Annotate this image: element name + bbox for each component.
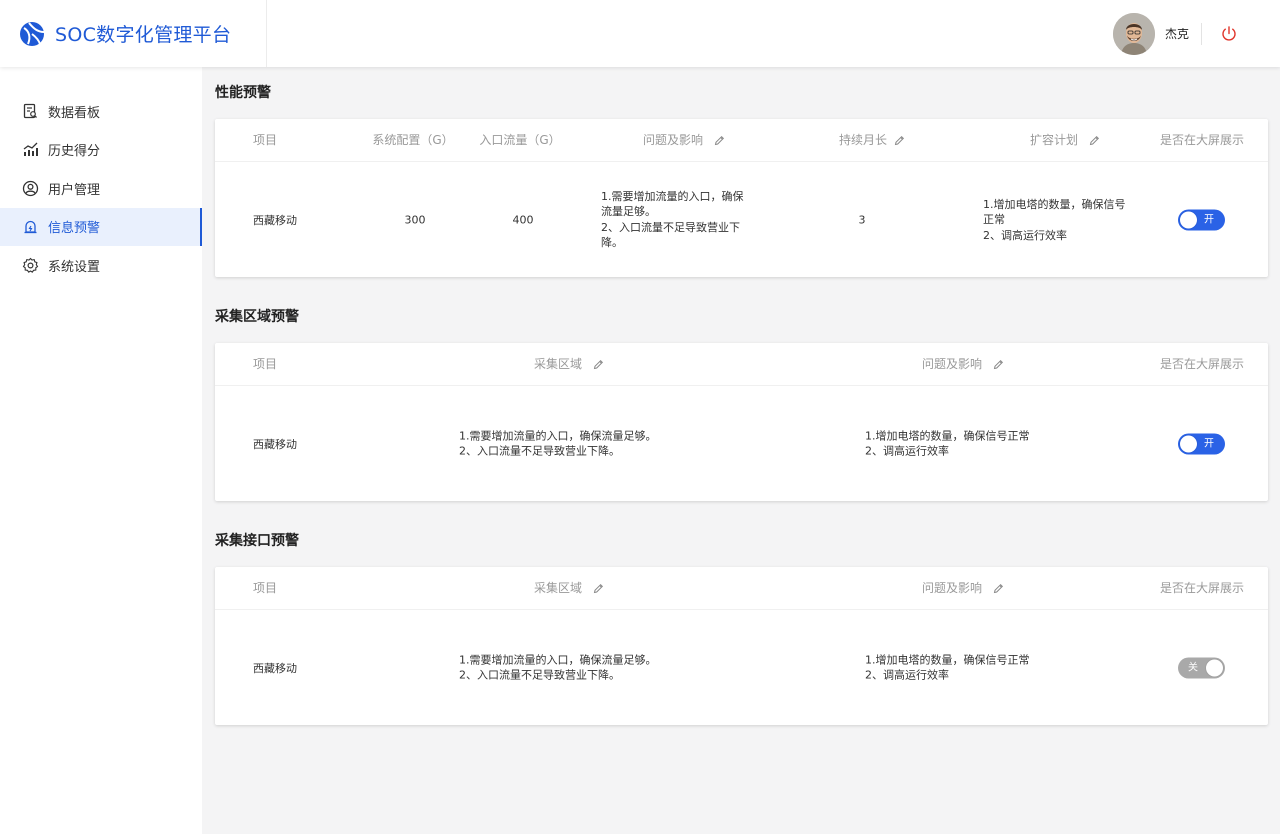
sidebar-item-label: 系统设置 [48, 259, 101, 275]
display-toggle[interactable]: 开 [1178, 433, 1225, 454]
display-toggle[interactable]: 开 [1178, 209, 1225, 230]
dashboard-icon [23, 103, 37, 118]
cell-region: 1.需要增加流量的入口，确保流量足够。 2、入口流量不足导致营业下降。 [459, 653, 657, 682]
toggle-knob [1206, 659, 1223, 676]
sidebar-item-dashboard[interactable]: 数据看板 [0, 92, 202, 131]
cell-plan: 1.增加电塔的数量，确保信号 正常 2、调高运行效率 [983, 197, 1126, 242]
avatar[interactable] [1112, 12, 1155, 55]
cell-issue: 1.增加电塔的数量，确保信号正常 2、调高运行效率 [865, 429, 1030, 458]
cell-duration: 3 [858, 213, 866, 226]
header-issue: 问题及影响 [922, 567, 1004, 610]
edit-icon[interactable] [593, 583, 604, 594]
edit-icon[interactable] [1089, 135, 1100, 146]
cell-item: 西藏移动 [253, 437, 297, 451]
section-title-interface: 采集接口预警 [215, 533, 299, 549]
sidebar-item-history[interactable]: 历史得分 [0, 131, 202, 170]
header-issue: 问题及影响 [643, 119, 725, 162]
header-display: 是否在大屏展示 [1159, 357, 1245, 371]
gear-icon [22, 257, 39, 273]
cell-issue: 1.增加电塔的数量，确保信号正常 2、调高运行效率 [865, 653, 1030, 682]
table-row: 西藏移动 1.需要增加流量的入口，确保流量足够。 2、入口流量不足导致营业下降。… [215, 610, 1268, 725]
cell-issue: 1.需要增加流量的入口，确保 流量足够。 2、入口流量不足导致营业下 降。 [601, 189, 744, 250]
header-item: 项目 [252, 581, 278, 595]
table-row: 西藏移动 300 400 1.需要增加流量的入口，确保 流量足够。 2、入口流量… [215, 162, 1268, 277]
cell-item: 西藏移动 [253, 661, 297, 675]
cell-region: 1.需要增加流量的入口，确保流量足够。 2、入口流量不足导致营业下降。 [459, 429, 657, 458]
table-row: 西藏移动 1.需要增加流量的入口，确保流量足够。 2、入口流量不足导致营业下降。… [215, 386, 1268, 501]
sidebar-item-label: 历史得分 [48, 144, 101, 160]
top-header: SOC数字化管理平台 杰克 [0, 0, 1280, 67]
cell-config: 300 [404, 213, 426, 226]
edit-icon[interactable] [593, 359, 604, 370]
header-duration: 持续月长 [839, 119, 905, 162]
user-area: 杰克 [1112, 0, 1280, 67]
sidebar-item-users[interactable]: 用户管理 [0, 169, 202, 208]
sidebar-item-label: 信息预警 [48, 221, 101, 237]
edit-icon[interactable] [993, 359, 1004, 370]
header-region: 采集区域 [534, 567, 604, 610]
header-config: 系统配置（G） [372, 133, 454, 147]
brand[interactable]: SOC数字化管理平台 [0, 0, 267, 67]
sidebar-item-settings[interactable]: 系统设置 [0, 246, 202, 285]
header-traffic: 入口流量（G） [479, 133, 561, 147]
interface-table: 项目 采集区域 问题及影响 是否在大屏展示 西藏移动 1.需要增加流量的入口，确… [215, 567, 1268, 725]
table-header: 项目 采集区域 问题及影响 是否在大屏展示 [215, 343, 1268, 386]
section-title-performance: 性能预警 [215, 85, 271, 101]
region-table: 项目 采集区域 问题及影响 是否在大屏展示 西藏移动 1.需要增加流量的入口，确… [215, 343, 1268, 501]
toggle-label: 开 [1204, 438, 1214, 449]
header-display: 是否在大屏展示 [1159, 133, 1245, 147]
table-header: 项目 采集区域 问题及影响 是否在大屏展示 [215, 567, 1268, 610]
sidebar-item-label: 数据看板 [48, 105, 101, 121]
toggle-knob [1180, 435, 1197, 452]
alert-icon [24, 221, 37, 234]
header-divider [1201, 22, 1202, 45]
edit-icon[interactable] [993, 583, 1004, 594]
cell-traffic: 400 [512, 213, 534, 226]
sidebar-item-label: 用户管理 [48, 182, 101, 198]
chart-icon [23, 142, 38, 157]
power-icon[interactable] [1220, 25, 1238, 43]
cell-item: 西藏移动 [253, 213, 297, 227]
user-icon [22, 180, 39, 196]
header-display: 是否在大屏展示 [1159, 581, 1245, 595]
edit-icon[interactable] [894, 135, 905, 146]
toggle-knob [1180, 211, 1197, 228]
header-region: 采集区域 [534, 343, 604, 386]
sidebar: 数据看板 历史得分 用户管理 信息预警 系统设置 [0, 67, 202, 834]
sidebar-item-alerts[interactable]: 信息预警 [0, 207, 202, 246]
header-plan: 扩容计划 [1030, 119, 1100, 162]
display-toggle[interactable]: 关 [1178, 657, 1225, 678]
avatar-image-icon [1112, 12, 1155, 55]
user-name[interactable]: 杰克 [1165, 25, 1189, 42]
section-title-region: 采集区域预警 [215, 309, 299, 325]
header-item: 项目 [252, 357, 278, 371]
header-issue: 问题及影响 [922, 343, 1004, 386]
performance-table: 项目 系统配置（G） 入口流量（G） 问题及影响 持续月长 扩容计划 是否在大屏… [215, 119, 1268, 277]
edit-icon[interactable] [714, 135, 725, 146]
header-item: 项目 [252, 133, 278, 147]
table-header: 项目 系统配置（G） 入口流量（G） 问题及影响 持续月长 扩容计划 是否在大屏… [215, 119, 1268, 162]
logo-icon [20, 21, 45, 46]
main-content: 性能预警 项目 系统配置（G） 入口流量（G） 问题及影响 持续月长 扩容计划 … [215, 67, 1268, 739]
toggle-label: 开 [1204, 214, 1214, 225]
toggle-label: 关 [1188, 662, 1198, 673]
app-title: SOC数字化管理平台 [55, 24, 232, 46]
